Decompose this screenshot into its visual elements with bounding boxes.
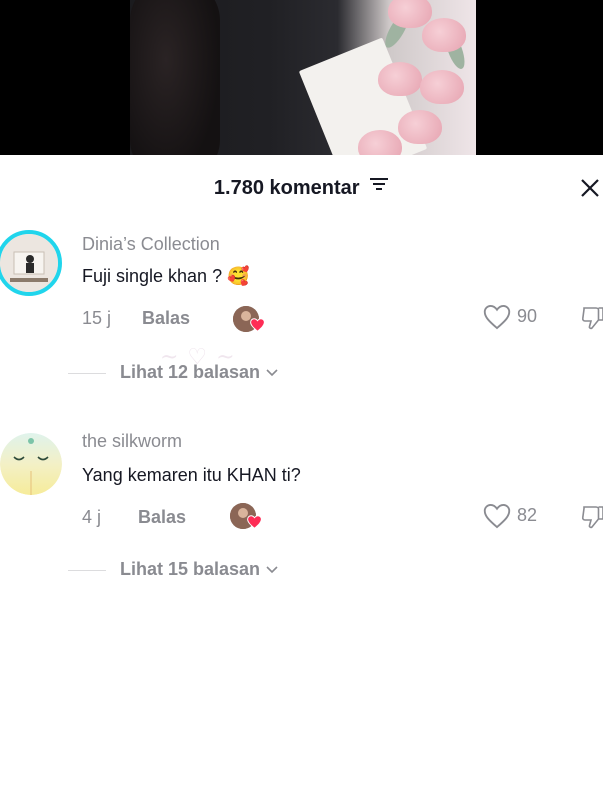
comment-username[interactable]: the silkworm — [82, 431, 182, 452]
creator-liked-badge — [230, 503, 262, 529]
view-replies-label: Lihat 12 balasan — [120, 362, 261, 382]
chevron-down-icon — [265, 362, 279, 382]
creator-liked-badge — [233, 306, 265, 332]
view-replies-label: Lihat 15 balasan — [120, 559, 261, 579]
video-person — [130, 0, 220, 155]
dislike-icon[interactable] — [580, 505, 603, 533]
video-frame — [130, 0, 476, 155]
like-count: 90 — [517, 306, 538, 326]
comment-time: 4 j — [82, 507, 102, 527]
comment-text: Fuji single khan ? 🥰 — [82, 266, 250, 286]
comment-username[interactable]: Dinia’s Collection — [82, 234, 220, 255]
creator-heart-icon — [250, 318, 265, 337]
comment-count-title: 1.780 komentar — [213, 177, 360, 199]
reply-button[interactable]: Balas — [138, 507, 186, 528]
video-tulip — [388, 0, 432, 28]
heart-outline-icon — [483, 503, 511, 533]
chevron-down-icon — [265, 559, 279, 579]
like-button[interactable]: 82 — [483, 503, 573, 531]
like-button[interactable]: 90 — [483, 304, 573, 332]
video-player[interactable] — [0, 0, 603, 155]
view-replies-link[interactable]: Lihat 15 balasan — [120, 559, 279, 580]
like-count: 82 — [517, 505, 538, 525]
view-replies-link[interactable]: Lihat 12 balasan — [120, 362, 279, 383]
video-tulip — [420, 70, 464, 104]
video-tulip — [378, 62, 422, 96]
divider — [68, 373, 106, 374]
heart-outline-icon — [483, 304, 511, 334]
close-icon[interactable] — [577, 175, 603, 201]
comments-title-row: 1.780 komentar — [0, 177, 603, 200]
comment-time: 15 j — [82, 308, 112, 328]
filter-icon[interactable] — [369, 175, 389, 198]
comments-header: 1.780 komentar — [0, 155, 603, 227]
comment-text: Yang kemaren itu KHAN ti? — [82, 465, 301, 485]
avatar[interactable] — [0, 230, 62, 296]
avatar[interactable] — [0, 433, 62, 495]
dislike-icon[interactable] — [580, 306, 603, 334]
divider — [68, 570, 106, 571]
video-tulip — [398, 110, 442, 144]
reply-button[interactable]: Balas — [142, 308, 190, 329]
creator-heart-icon — [247, 515, 262, 534]
video-tulip — [422, 18, 466, 52]
